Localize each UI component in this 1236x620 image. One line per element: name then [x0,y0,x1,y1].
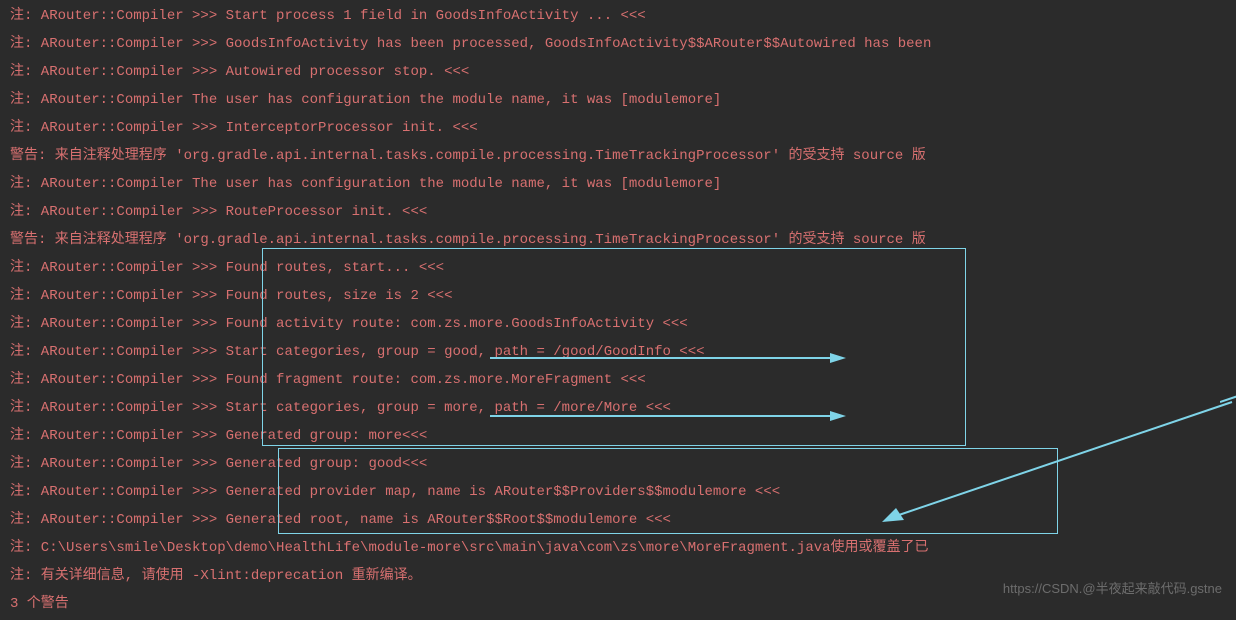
log-line: 注: C:\Users\smile\Desktop\demo\HealthLif… [10,534,1226,562]
log-line: 注: ARouter::Compiler >>> GoodsInfoActivi… [10,30,1226,58]
log-line: 注: ARouter::Compiler >>> Found fragment … [10,366,1226,394]
log-line: 注: ARouter::Compiler >>> Generated provi… [10,478,1226,506]
log-line: 警告: 来自注释处理程序 'org.gradle.api.internal.ta… [10,142,1226,170]
log-line: 注: ARouter::Compiler >>> Generated root,… [10,506,1226,534]
watermark-text: https://CSDN.@半夜起来敲代码.gstne [1003,575,1222,603]
log-line: 注: ARouter::Compiler >>> Found routes, s… [10,254,1226,282]
log-line: 注: ARouter::Compiler >>> Start categorie… [10,394,1226,422]
log-line: 注: ARouter::Compiler >>> Found activity … [10,310,1226,338]
log-line: 注: ARouter::Compiler The user has config… [10,86,1226,114]
log-line: 警告: 来自注释处理程序 'org.gradle.api.internal.ta… [10,226,1226,254]
build-output-log: 注: ARouter::Compiler >>> Start process 1… [0,0,1236,620]
log-line: 注: ARouter::Compiler >>> Autowired proce… [10,58,1226,86]
log-line: 注: ARouter::Compiler >>> Generated group… [10,450,1226,478]
log-line: 注: ARouter::Compiler >>> InterceptorProc… [10,114,1226,142]
log-line: 注: ARouter::Compiler The user has config… [10,170,1226,198]
log-line: 注: ARouter::Compiler >>> Start categorie… [10,338,1226,366]
log-line: 注: ARouter::Compiler >>> Start process 1… [10,2,1226,30]
log-line: 注: ARouter::Compiler >>> Found routes, s… [10,282,1226,310]
log-line: 注: ARouter::Compiler >>> RouteProcessor … [10,198,1226,226]
log-line: 注: ARouter::Compiler >>> Generated group… [10,422,1226,450]
